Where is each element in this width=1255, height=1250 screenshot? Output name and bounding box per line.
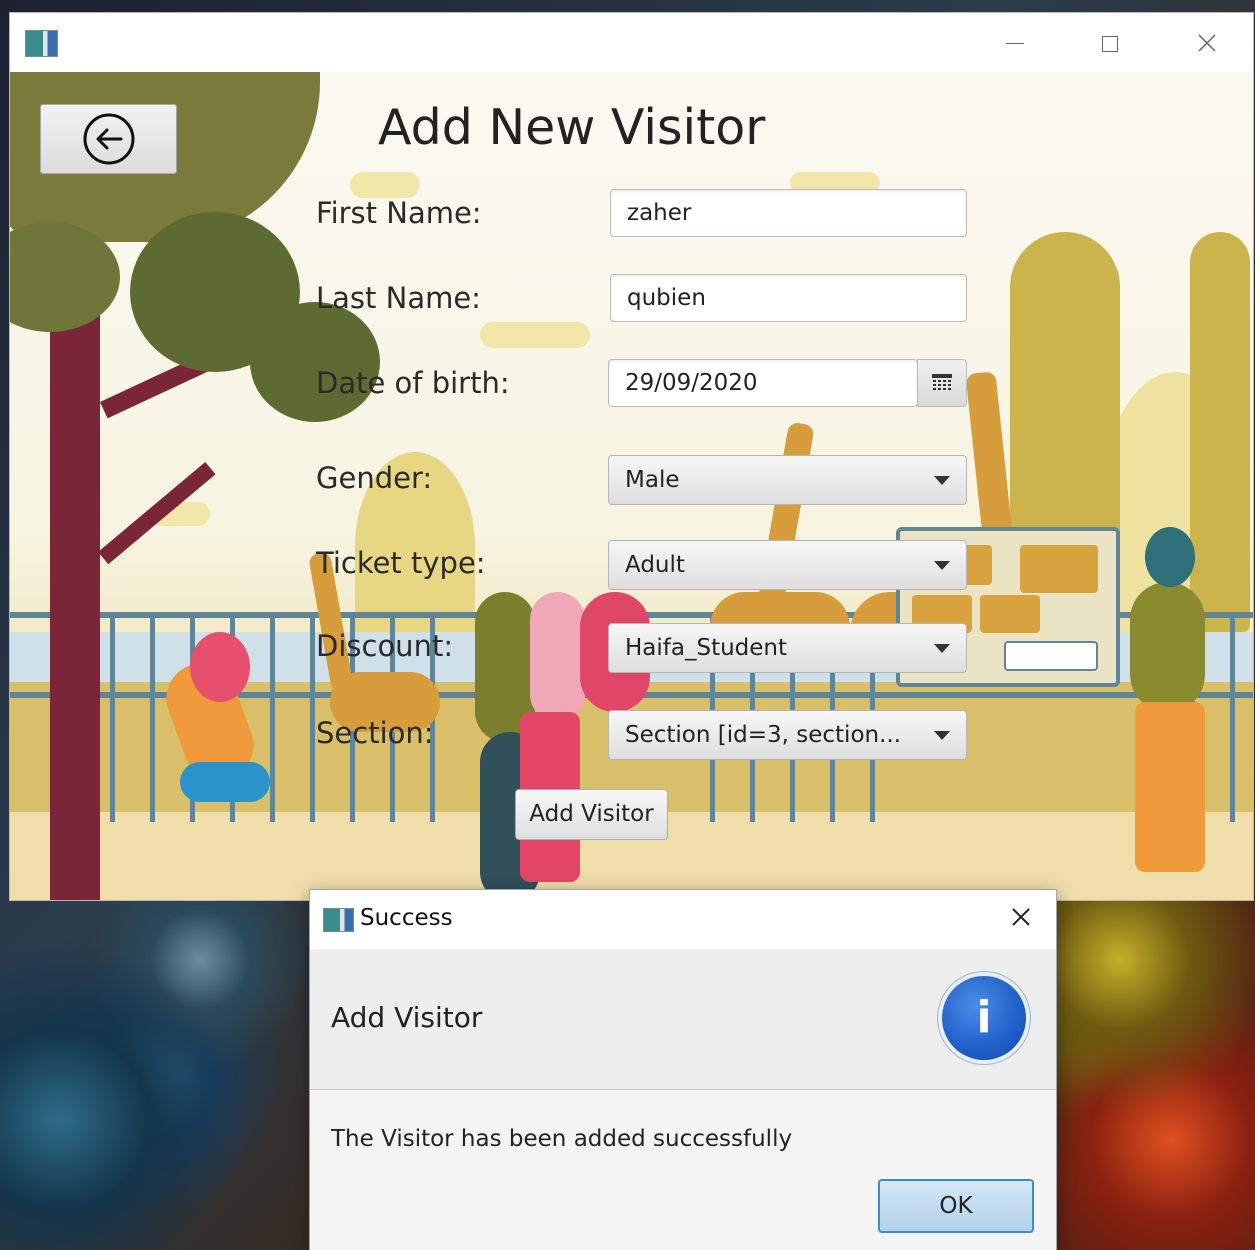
info-icon: i: [942, 976, 1026, 1060]
calendar-icon: [932, 374, 952, 390]
app-icon: [323, 908, 354, 932]
chevron-down-icon: [934, 644, 950, 653]
success-dialog: Success Add Visitor i The Visitor has be…: [310, 890, 1056, 1250]
ticket-type-selected-value: Adult: [625, 552, 685, 578]
date-of-birth-label: Date of birth:: [316, 366, 510, 400]
chevron-down-icon: [934, 731, 950, 740]
gender-selected-value: Male: [625, 467, 680, 493]
section-selected-value: Section [id=3, section...: [625, 722, 902, 748]
window-titlebar: [10, 13, 1253, 72]
discount-select[interactable]: Haifa_Student: [608, 623, 967, 673]
close-button[interactable]: [1192, 28, 1222, 58]
chevron-down-icon: [934, 476, 950, 485]
add-visitor-button[interactable]: Add Visitor: [515, 789, 668, 840]
back-button[interactable]: [40, 104, 177, 174]
close-icon: [1012, 908, 1030, 926]
first-name-field[interactable]: zaher: [610, 189, 967, 237]
minimize-icon: [1006, 43, 1024, 44]
maximize-button[interactable]: [1095, 28, 1125, 58]
close-icon: [1198, 34, 1216, 52]
maximize-icon: [1102, 36, 1118, 52]
discount-label: Discount:: [316, 629, 454, 663]
dialog-header-text: Add Visitor: [331, 1001, 483, 1034]
ticket-type-select[interactable]: Adult: [608, 540, 967, 590]
date-picker-button[interactable]: [917, 359, 967, 407]
dialog-header: Add Visitor i: [310, 949, 1056, 1090]
date-of-birth-field[interactable]: 29/09/2020: [608, 359, 918, 407]
back-arrow-icon: [83, 113, 134, 165]
dialog-titlebar: Success: [310, 890, 1056, 949]
minimize-button[interactable]: [1000, 28, 1030, 58]
last-name-label: Last Name:: [316, 281, 481, 315]
last-name-field[interactable]: qubien: [610, 274, 967, 322]
dialog-title: Success: [360, 905, 453, 931]
gender-select[interactable]: Male: [608, 455, 967, 505]
ok-button[interactable]: OK: [878, 1179, 1034, 1233]
section-label: Section:: [316, 716, 434, 750]
first-name-label: First Name:: [316, 196, 482, 230]
dialog-message: The Visitor has been added successfully: [331, 1126, 793, 1152]
gender-label: Gender:: [316, 461, 433, 495]
dialog-close-button[interactable]: [1008, 904, 1034, 930]
page-title: Add New Visitor: [378, 99, 766, 156]
app-icon: [25, 30, 58, 57]
section-select[interactable]: Section [id=3, section...: [608, 710, 967, 760]
chevron-down-icon: [934, 561, 950, 570]
ticket-type-label: Ticket type:: [316, 546, 486, 580]
discount-selected-value: Haifa_Student: [625, 635, 788, 661]
add-visitor-window: Add New Visitor First Name: zaher Last N…: [10, 13, 1253, 900]
